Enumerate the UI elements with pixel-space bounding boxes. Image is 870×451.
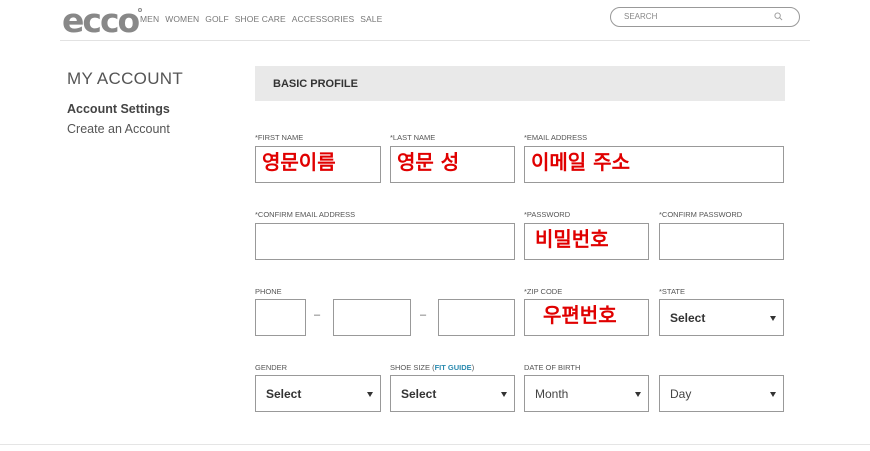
nav-women[interactable]: WOMEN — [165, 14, 199, 24]
nav-shoe-care[interactable]: SHOE CARE — [235, 14, 286, 24]
nav-men[interactable]: MEN — [140, 14, 159, 24]
shoe-size-label: SHOE SIZE (FIT GUIDE) — [390, 363, 475, 372]
zip-value: 우편번호 — [543, 303, 617, 327]
main-nav: MEN WOMEN GOLF SHOE CARE ACCESSORIES SAL… — [140, 14, 388, 24]
shoe-size-select[interactable]: Select — [390, 375, 515, 412]
phone-separator: – — [314, 309, 321, 321]
search-input[interactable]: SEARCH — [610, 7, 800, 27]
chevron-down-icon — [367, 392, 373, 397]
password-value: 비밀번호 — [535, 227, 609, 251]
first-name-label: *FIRST NAME — [255, 133, 304, 142]
ecco-logo[interactable]: ecco — [62, 2, 140, 40]
zip-label: *ZIP CODE — [524, 287, 563, 296]
last-name-value: 영문 성 — [397, 150, 460, 174]
shoe-size-value: Select — [401, 387, 437, 401]
first-name-value: 영문이름 — [262, 150, 336, 174]
confirm-password-field[interactable] — [659, 223, 784, 260]
chevron-down-icon — [770, 316, 776, 321]
state-select[interactable]: Select — [659, 299, 784, 336]
gender-label: GENDER — [255, 363, 288, 372]
search-placeholder: SEARCH — [624, 12, 658, 21]
nav-golf[interactable]: GOLF — [205, 14, 229, 24]
phone-area-field[interactable] — [255, 299, 306, 336]
email-label: *EMAIL ADDRESS — [524, 133, 588, 142]
search-icon[interactable] — [774, 12, 783, 21]
confirm-email-label: *CONFIRM EMAIL ADDRESS — [255, 210, 356, 219]
dob-day-select[interactable]: Day — [659, 375, 784, 412]
phone-separator: – — [420, 309, 427, 321]
confirm-email-field[interactable] — [255, 223, 515, 260]
password-field[interactable]: 비밀번호 — [524, 223, 649, 260]
chevron-down-icon — [770, 392, 776, 397]
dob-day-value: Day — [670, 387, 692, 401]
dob-month-select[interactable]: Month — [524, 375, 649, 412]
fit-guide-link[interactable]: FIT GUIDE — [435, 363, 472, 372]
confirm-password-label: *CONFIRM PASSWORD — [659, 210, 743, 219]
dob-month-value: Month — [535, 387, 569, 401]
email-value: 이메일 주소 — [531, 150, 630, 174]
state-value: Select — [670, 311, 706, 325]
sidebar-title: MY ACCOUNT — [67, 69, 184, 88]
phone-label: PHONE — [255, 287, 282, 296]
zip-field[interactable]: 우편번호 — [524, 299, 649, 336]
section-title: BASIC PROFILE — [273, 78, 358, 90]
section-header: BASIC PROFILE — [255, 66, 785, 101]
phone-prefix-field[interactable] — [333, 299, 411, 336]
dob-label: DATE OF BIRTH — [524, 363, 581, 372]
password-label: *PASSWORD — [524, 210, 571, 219]
site-header: ecco MEN WOMEN GOLF SHOE CARE ACCESSORIE… — [60, 0, 810, 41]
first-name-field[interactable]: 영문이름 — [255, 146, 381, 183]
gender-value: Select — [266, 387, 302, 401]
sidebar-item-account-settings[interactable]: Account Settings — [67, 102, 170, 116]
phone-line-field[interactable] — [438, 299, 515, 336]
registered-mark — [138, 8, 142, 12]
last-name-label: *LAST NAME — [390, 133, 436, 142]
last-name-field[interactable]: 영문 성 — [390, 146, 515, 183]
sidebar-item-create-account[interactable]: Create an Account — [67, 122, 170, 136]
email-field[interactable]: 이메일 주소 — [524, 146, 784, 183]
chevron-down-icon — [501, 392, 507, 397]
footer-divider — [0, 444, 870, 445]
chevron-down-icon — [635, 392, 641, 397]
nav-accessories[interactable]: ACCESSORIES — [292, 14, 355, 24]
state-label: *STATE — [659, 287, 685, 296]
gender-select[interactable]: Select — [255, 375, 381, 412]
nav-sale[interactable]: SALE — [360, 14, 382, 24]
